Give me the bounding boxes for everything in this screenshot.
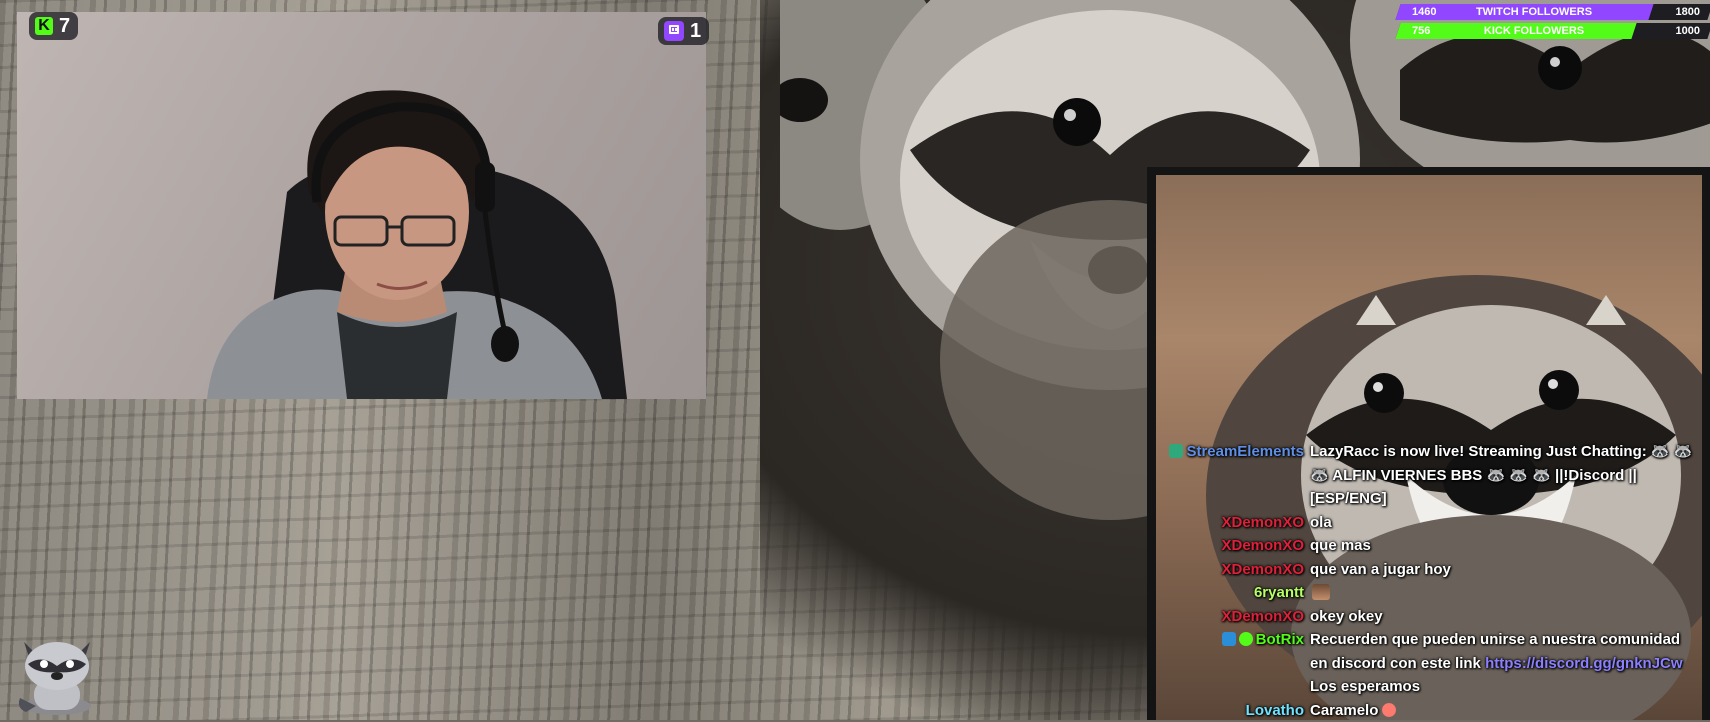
chat-username: StreamElements <box>1186 443 1304 460</box>
kick-viewer-count: 7 <box>59 15 70 38</box>
chat-overlay: StreamElements LazyRacc is now live! Str… <box>1150 440 1700 722</box>
follower-goals: 1460 TWITCH FOLLOWERS 1800 756 KICK FOLL… <box>1398 4 1710 42</box>
twitch-goal-label: TWITCH FOLLOWERS <box>1398 6 1670 18</box>
verified-badge-icon <box>1239 632 1253 646</box>
kick-logo-icon: K <box>35 17 53 35</box>
chat-message: XDemonXO ola <box>1150 511 1700 535</box>
chat-message: XDemonXO okey okey <box>1150 605 1700 629</box>
chat-text: ola <box>1310 511 1700 535</box>
twitch-viewer-badge: 1 <box>658 17 709 45</box>
chat-text: LazyRacc is now live! Streaming Just Cha… <box>1310 440 1700 511</box>
chat-username: XDemonXO <box>1221 561 1304 578</box>
chat-text: okey okey <box>1310 605 1700 629</box>
raccoon-mascot-icon <box>16 632 98 716</box>
kick-goal-target: 1000 <box>1676 25 1700 37</box>
kick-follower-goal-bar: 756 KICK FOLLOWERS 1000 <box>1395 23 1710 39</box>
twitch-logo-icon <box>664 21 684 41</box>
chat-username: 6ryantt <box>1254 584 1304 601</box>
chat-text: que van a jugar hoy <box>1310 558 1700 582</box>
chat-text-after-link: Los esperamos <box>1310 678 1420 695</box>
chat-username: XDemonXO <box>1221 537 1304 554</box>
chat-message: XDemonXO que mas <box>1150 534 1700 558</box>
webcam-feed <box>17 12 706 399</box>
twitch-goal-target: 1800 <box>1676 6 1700 18</box>
streamelements-icon <box>1169 444 1183 458</box>
chat-username: XDemonXO <box>1221 608 1304 625</box>
chat-message: Lovatho Caramelo <box>1150 699 1700 722</box>
chat-text: Caramelo <box>1310 702 1378 719</box>
chat-message: BotRix Recuerden que pueden unirse a nue… <box>1150 628 1700 699</box>
face-emote-icon <box>1312 584 1330 600</box>
heart-emote-icon <box>1380 702 1398 718</box>
chat-username: BotRix <box>1256 631 1304 648</box>
chat-text: que mas <box>1310 534 1700 558</box>
chat-message: XDemonXO que van a jugar hoy <box>1150 558 1700 582</box>
discord-link[interactable]: https://discord.gg/gnknJCw <box>1485 655 1683 672</box>
streamer-webcam-image <box>17 12 706 399</box>
kick-viewer-badge: K 7 <box>29 12 78 40</box>
chat-message: StreamElements LazyRacc is now live! Str… <box>1150 440 1700 511</box>
twitch-follower-goal-bar: 1460 TWITCH FOLLOWERS 1800 <box>1395 4 1710 20</box>
chat-username: Lovatho <box>1246 702 1304 719</box>
kick-goal-label: KICK FOLLOWERS <box>1398 25 1670 37</box>
chat-username: XDemonXO <box>1221 514 1304 531</box>
chat-message: 6ryantt <box>1150 581 1700 605</box>
bot-badge-icon <box>1222 632 1236 646</box>
twitch-viewer-count: 1 <box>690 20 701 43</box>
